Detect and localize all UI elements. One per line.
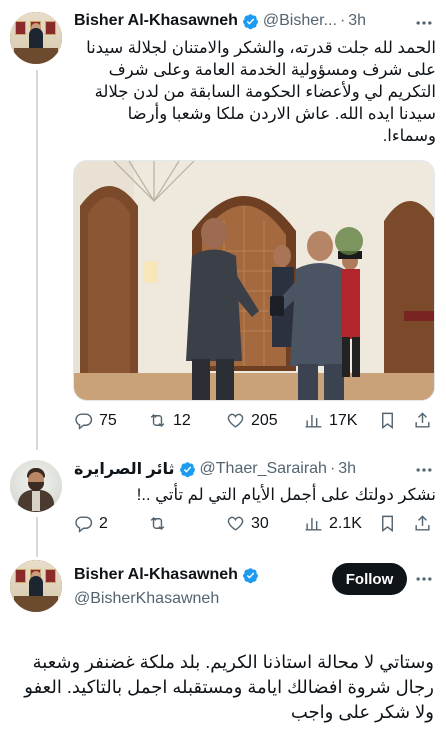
reply-icon <box>75 516 93 533</box>
like-button[interactable]: 30 <box>226 514 269 533</box>
verified-badge-icon <box>242 567 258 583</box>
share-button[interactable] <box>413 514 432 533</box>
thread-line-2 <box>36 517 38 557</box>
bookmark-button[interactable] <box>378 411 397 430</box>
retweet-icon <box>150 516 165 531</box>
reply-button[interactable]: 2 <box>74 514 108 533</box>
separator-dot: · <box>339 12 346 29</box>
like-icon <box>227 413 244 428</box>
follow-button[interactable]: Follow <box>332 563 407 595</box>
tweet3-header: Bisher Al-Khasawneh <box>74 566 259 584</box>
views-button[interactable]: 2.1K <box>304 514 362 533</box>
tweet2-text: نشكر دولتك على أجمل الأيام التي لم تأتي … <box>136 486 436 504</box>
reply-icon <box>75 413 93 430</box>
author-name[interactable]: ثائر الصرايرة <box>74 459 175 479</box>
author-handle[interactable]: @Bisher... <box>263 12 337 30</box>
like-icon <box>227 516 244 531</box>
views-icon <box>305 517 322 531</box>
reply-button[interactable]: 75 <box>74 411 117 430</box>
views-count: 2.1K <box>329 514 362 532</box>
tweet3-handle-row: @BisherKhasawneh <box>74 590 219 608</box>
avatar-bisher[interactable] <box>10 560 62 612</box>
retweet-button[interactable]: 12 <box>148 411 191 430</box>
views-icon <box>305 414 322 428</box>
tweet3-text: وستاتي لا محالة استاذنا الكريم. بلد ملكة… <box>24 652 434 722</box>
bookmark-button[interactable] <box>378 514 397 533</box>
author-name[interactable]: Bisher Al-Khasawneh <box>74 12 238 30</box>
separator-dot: · <box>329 460 336 477</box>
more-icon[interactable] <box>414 13 434 33</box>
tweet2-header: ثائر الصرايرة @Thaer_Sarairah · 3h <box>74 459 356 479</box>
verified-badge-icon <box>179 461 195 477</box>
ceremony-photo-image <box>74 161 434 400</box>
reply-count: 75 <box>99 411 117 429</box>
share-button[interactable] <box>413 411 432 430</box>
like-count: 30 <box>251 514 269 532</box>
bookmark-icon <box>382 412 393 430</box>
share-icon <box>415 515 430 531</box>
tweet1-text: الحمد لله جلت قدرته، والشكر والامتنان لج… <box>86 39 436 145</box>
verified-badge-icon <box>242 13 258 29</box>
retweet-count: 12 <box>173 411 191 429</box>
tweet-time[interactable]: 3h <box>338 460 356 478</box>
thread-line-1 <box>36 70 38 450</box>
views-count: 17K <box>329 411 358 429</box>
reply-count: 2 <box>99 514 108 532</box>
share-icon <box>415 412 430 428</box>
more-icon[interactable] <box>414 460 434 480</box>
author-handle[interactable]: @BisherKhasawneh <box>74 590 219 608</box>
bookmark-icon <box>382 515 393 533</box>
avatar-thaer[interactable] <box>10 460 62 512</box>
author-handle[interactable]: @Thaer_Sarairah <box>200 460 327 478</box>
tweet-time[interactable]: 3h <box>348 12 366 30</box>
views-button[interactable]: 17K <box>304 411 357 430</box>
tweet1-photo[interactable] <box>73 160 435 401</box>
tweet1-header: Bisher Al-Khasawneh @Bisher... · 3h <box>74 12 366 30</box>
author-name[interactable]: Bisher Al-Khasawneh <box>74 566 238 584</box>
retweet-button[interactable] <box>148 514 173 533</box>
avatar-bisher[interactable] <box>10 12 62 64</box>
like-button[interactable]: 205 <box>226 411 278 430</box>
like-count: 205 <box>251 411 278 429</box>
more-icon[interactable] <box>414 569 434 589</box>
retweet-icon <box>150 413 165 428</box>
